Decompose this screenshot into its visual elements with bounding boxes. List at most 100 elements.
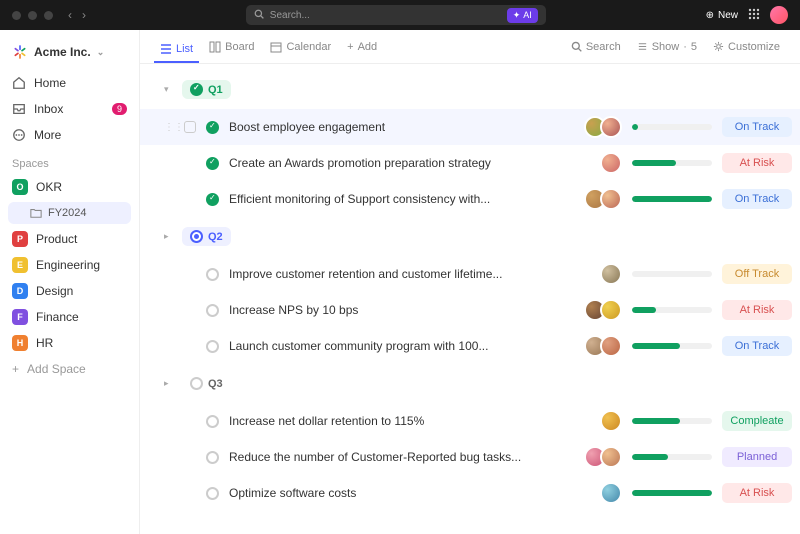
- assignees[interactable]: [600, 482, 622, 504]
- space-item-okr[interactable]: OOKR: [0, 174, 139, 200]
- caret-icon[interactable]: ▾: [164, 84, 174, 95]
- folder-fy2024[interactable]: FY2024: [8, 202, 131, 224]
- spaces-header: Spaces: [0, 148, 139, 174]
- space-item-engineering[interactable]: EEngineering: [0, 252, 139, 278]
- toolbar-customize[interactable]: Customize: [707, 37, 786, 57]
- space-label: Design: [36, 284, 73, 298]
- progress-bar: [632, 490, 712, 496]
- assignees[interactable]: [584, 299, 622, 321]
- traffic-light-max[interactable]: [44, 11, 53, 20]
- workspace-logo-icon: [12, 44, 28, 60]
- task-status-icon[interactable]: [206, 487, 219, 500]
- content-area: List Board Calendar +Add Search Show · 5…: [140, 30, 800, 534]
- task-name: Increase net dollar retention to 115%: [229, 414, 590, 428]
- progress-bar: [632, 124, 712, 130]
- task-row[interactable]: Increase net dollar retention to 115% Com…: [140, 403, 800, 439]
- group-header-q1[interactable]: ▾Q1: [140, 70, 800, 109]
- group-header-q3[interactable]: ▸Q3: [140, 364, 800, 403]
- task-status-icon[interactable]: [206, 415, 219, 428]
- status-badge[interactable]: On Track: [722, 189, 792, 209]
- ai-button[interactable]: ✦ AI: [507, 8, 538, 23]
- user-avatar[interactable]: [770, 6, 788, 24]
- task-row[interactable]: Reduce the number of Customer-Reported b…: [140, 439, 800, 475]
- status-badge[interactable]: At Risk: [722, 153, 792, 173]
- nav-back-icon[interactable]: ‹: [68, 8, 72, 22]
- task-row[interactable]: ⋮⋮ Boost employee engagement On Track: [140, 109, 800, 145]
- task-status-icon[interactable]: [206, 304, 219, 317]
- new-button[interactable]: ⊕ New: [706, 10, 738, 21]
- global-search[interactable]: Search... ✦ AI: [246, 5, 546, 25]
- task-status-icon[interactable]: [206, 193, 219, 206]
- assignees[interactable]: [600, 263, 622, 285]
- task-name: Create an Awards promotion preparation s…: [229, 156, 590, 170]
- task-row[interactable]: Create an Awards promotion preparation s…: [140, 145, 800, 181]
- apps-icon[interactable]: [748, 8, 760, 23]
- view-list[interactable]: List: [154, 39, 199, 63]
- caret-icon[interactable]: ▸: [164, 231, 174, 242]
- board-icon: [209, 41, 221, 53]
- nav-more[interactable]: More: [0, 122, 139, 148]
- status-badge[interactable]: Planned: [722, 447, 792, 467]
- group-header-q2[interactable]: ▸Q2: [140, 217, 800, 256]
- assignees[interactable]: [600, 410, 622, 432]
- task-row[interactable]: Optimize software costs At Risk: [140, 475, 800, 511]
- status-badge[interactable]: On Track: [722, 117, 792, 137]
- space-badge: E: [12, 257, 28, 273]
- workspace-switcher[interactable]: Acme Inc. ⌄: [0, 38, 139, 70]
- checkbox[interactable]: [184, 121, 196, 133]
- progress-bar: [632, 307, 712, 313]
- task-name: Increase NPS by 10 bps: [229, 303, 574, 317]
- progress-bar: [632, 418, 712, 424]
- assignees[interactable]: [584, 116, 622, 138]
- task-status-icon[interactable]: [206, 157, 219, 170]
- drag-handle-icon[interactable]: ⋮⋮: [164, 122, 174, 133]
- assignees[interactable]: [584, 188, 622, 210]
- home-icon: [12, 76, 26, 90]
- space-badge: D: [12, 283, 28, 299]
- task-list: ▾Q1 ⋮⋮ Boost employee engagement On Track Cr…: [140, 64, 800, 531]
- traffic-light-close[interactable]: [12, 11, 21, 20]
- task-row[interactable]: Launch customer community program with 1…: [140, 328, 800, 364]
- status-badge[interactable]: On Track: [722, 336, 792, 356]
- task-status-icon[interactable]: [206, 451, 219, 464]
- task-status-icon[interactable]: [206, 268, 219, 281]
- task-row[interactable]: Improve customer retention and customer …: [140, 256, 800, 292]
- toolbar-show[interactable]: Show · 5: [631, 37, 703, 57]
- list-icon: [160, 43, 172, 55]
- nav-inbox[interactable]: Inbox 9: [0, 96, 139, 122]
- space-item-finance[interactable]: FFinance: [0, 304, 139, 330]
- task-row[interactable]: Efficient monitoring of Support consiste…: [140, 181, 800, 217]
- task-name: Boost employee engagement: [229, 120, 574, 134]
- task-status-icon[interactable]: [206, 121, 219, 134]
- task-status-icon[interactable]: [206, 340, 219, 353]
- task-name: Reduce the number of Customer-Reported b…: [229, 450, 574, 464]
- task-row[interactable]: Increase NPS by 10 bps At Risk: [140, 292, 800, 328]
- assignees[interactable]: [600, 152, 622, 174]
- nav-home[interactable]: Home: [0, 70, 139, 96]
- traffic-light-min[interactable]: [28, 11, 37, 20]
- status-badge[interactable]: At Risk: [722, 300, 792, 320]
- space-item-product[interactable]: PProduct: [0, 226, 139, 252]
- space-label: HR: [36, 336, 53, 350]
- space-badge: O: [12, 179, 28, 195]
- caret-icon[interactable]: ▸: [164, 378, 174, 389]
- nav-forward-icon[interactable]: ›: [82, 8, 86, 22]
- view-add[interactable]: +Add: [341, 37, 383, 57]
- assignees[interactable]: [584, 446, 622, 468]
- status-badge[interactable]: Compleate: [722, 411, 792, 431]
- view-calendar[interactable]: Calendar: [264, 37, 337, 57]
- avatar: [600, 263, 622, 285]
- progress-bar: [632, 343, 712, 349]
- toolbar-search[interactable]: Search: [565, 37, 627, 57]
- space-item-hr[interactable]: HHR: [0, 330, 139, 356]
- space-item-design[interactable]: D Design: [0, 278, 139, 304]
- add-space-button[interactable]: + Add Space: [0, 356, 139, 382]
- search-placeholder: Search...: [270, 10, 501, 21]
- status-badge[interactable]: At Risk: [722, 483, 792, 503]
- inbox-icon: [12, 102, 26, 116]
- assignees[interactable]: [584, 335, 622, 357]
- status-badge[interactable]: Off Track: [722, 264, 792, 284]
- view-board[interactable]: Board: [203, 37, 260, 57]
- task-name: Optimize software costs: [229, 486, 590, 500]
- avatar: [600, 482, 622, 504]
